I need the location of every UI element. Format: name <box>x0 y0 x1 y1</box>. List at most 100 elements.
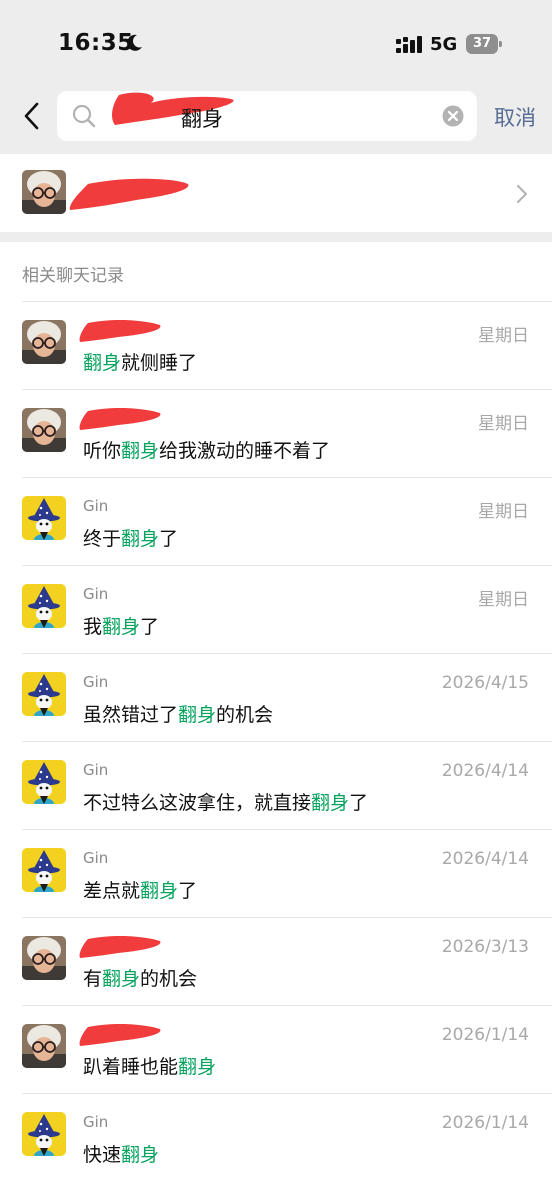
message-snippet: 不过特么这波拿住，就直接翻身了 <box>83 788 368 815</box>
sender-name: Gin <box>83 849 109 867</box>
message-text-after: 给我激动的睡不着了 <box>159 440 331 462</box>
message-text-before: 趴着睡也能 <box>83 1056 179 1078</box>
keyword-highlight: 翻身 <box>121 440 160 462</box>
keyword-highlight: 翻身 <box>121 528 160 550</box>
message-text-before: 快速 <box>83 1144 122 1166</box>
section-title: 相关聊天记录 <box>22 266 124 286</box>
record-row[interactable]: Gin 星期日终于翻身了 <box>0 477 552 565</box>
cancel-button[interactable]: 取消 <box>494 102 536 132</box>
message-date: 星期日 <box>478 326 529 346</box>
avatar <box>22 848 66 892</box>
message-text-after: 了 <box>349 792 369 814</box>
row-divider <box>22 1005 552 1006</box>
network-label: 5G <box>430 34 458 55</box>
message-date: 2026/1/14 <box>441 1113 529 1133</box>
row-divider <box>22 917 552 918</box>
record-row[interactable]: Gin 2026/4/14 差点就翻身了 <box>0 829 552 917</box>
record-row[interactable]: 星期日听你翻身给我激动的睡不着了 <box>0 389 552 477</box>
search-input[interactable]: 翻身 <box>57 91 477 141</box>
message-text-after: 了 <box>140 616 160 638</box>
message-snippet: 快速翻身 <box>83 1140 159 1167</box>
moon-icon <box>124 33 144 53</box>
message-snippet: 差点就翻身了 <box>83 876 197 903</box>
message-date: 2026/4/15 <box>441 673 529 693</box>
record-row[interactable]: Gin 2026/4/15 虽然错过了翻身的机会 <box>0 653 552 741</box>
row-divider <box>22 301 552 302</box>
message-text-before: 听你 <box>83 440 122 462</box>
keyword-highlight: 翻身 <box>102 616 141 638</box>
sender-name: Gin <box>83 497 109 515</box>
message-text-after: 就侧睡了 <box>121 352 198 374</box>
redaction-mark <box>79 1023 161 1046</box>
record-row[interactable]: Gin 2026/1/14 快速翻身 <box>0 1093 552 1181</box>
sender-name: Gin <box>83 1113 109 1131</box>
message-date: 星期日 <box>478 590 529 610</box>
redaction-mark <box>79 319 161 342</box>
message-text-after: 的机会 <box>140 968 198 990</box>
back-icon[interactable] <box>18 100 46 132</box>
row-divider <box>22 829 552 830</box>
battery-icon: 37 <box>466 34 502 54</box>
record-row[interactable]: Gin 2026/4/14 不过特么这波拿住，就直接翻身了 <box>0 741 552 829</box>
record-row[interactable]: Gin 星期日我翻身了 <box>0 565 552 653</box>
sender-name: Gin <box>83 761 109 779</box>
row-divider <box>22 653 552 654</box>
sender-name: Gin <box>83 673 109 691</box>
sender-name: Gin <box>83 585 109 603</box>
message-date: 星期日 <box>478 502 529 522</box>
battery-level: 37 <box>472 36 492 51</box>
keyword-highlight: 翻身 <box>83 352 122 374</box>
message-date: 2026/4/14 <box>441 761 529 781</box>
avatar <box>22 496 66 540</box>
message-snippet: 趴着睡也能翻身 <box>83 1052 216 1079</box>
contact-result[interactable] <box>0 154 552 232</box>
redaction-mark <box>69 178 189 210</box>
message-snippet: 翻身就侧睡了 <box>83 348 197 375</box>
avatar <box>22 936 66 980</box>
message-date: 2026/4/14 <box>441 849 529 869</box>
row-divider <box>22 565 552 566</box>
signal-icon <box>396 36 424 54</box>
keyword-highlight: 翻身 <box>121 1144 160 1166</box>
message-text-after: 了 <box>159 528 179 550</box>
redaction-mark <box>79 407 161 430</box>
message-snippet: 听你翻身给我激动的睡不着了 <box>83 436 330 463</box>
status-time: 16:35 <box>58 30 134 56</box>
message-date: 2026/3/13 <box>441 937 529 957</box>
message-text-after: 了 <box>178 880 198 902</box>
row-divider <box>22 389 552 390</box>
message-text-before: 终于 <box>83 528 122 550</box>
avatar <box>22 1024 66 1068</box>
avatar <box>22 170 66 214</box>
keyword-highlight: 翻身 <box>178 704 217 726</box>
chat-records-section: 相关聊天记录 星期日 翻身就侧睡了 星期日 听你翻身给我激动的睡不着了 Gin 星期日 终于… <box>0 242 552 1200</box>
message-text-before: 不过特么这波拿住，就直接 <box>83 792 312 814</box>
message-snippet: 有翻身的机会 <box>83 964 197 991</box>
message-text-before: 差点就 <box>83 880 141 902</box>
record-row[interactable]: 2026/3/13 有翻身的机会 <box>0 917 552 1005</box>
row-divider <box>22 741 552 742</box>
message-date: 2026/1/14 <box>441 1025 529 1045</box>
keyword-highlight: 翻身 <box>311 792 350 814</box>
avatar <box>22 1112 66 1156</box>
chevron-right-icon <box>516 184 528 204</box>
message-snippet: 虽然错过了翻身的机会 <box>83 700 273 727</box>
avatar <box>22 584 66 628</box>
clear-icon[interactable] <box>442 105 464 127</box>
keyword-highlight: 翻身 <box>102 968 141 990</box>
avatar <box>22 408 66 452</box>
message-text-after: 的机会 <box>216 704 274 726</box>
message-text-before: 我 <box>83 616 103 638</box>
record-row[interactable]: 2026/1/14 趴着睡也能翻身 <box>0 1005 552 1093</box>
keyword-highlight: 翻身 <box>140 880 179 902</box>
record-row[interactable]: 星期日翻身就侧睡了 <box>0 301 552 389</box>
redaction-mark <box>79 935 161 958</box>
row-divider <box>22 477 552 478</box>
status-bar: 16:35 5G 37 <box>0 0 552 88</box>
search-query: 翻身 <box>181 107 223 131</box>
message-text-before: 有 <box>83 968 103 990</box>
message-text-before: 虽然错过了 <box>83 704 179 726</box>
message-snippet: 我翻身了 <box>83 612 159 639</box>
keyword-highlight: 翻身 <box>178 1056 217 1078</box>
message-date: 星期日 <box>478 414 529 434</box>
